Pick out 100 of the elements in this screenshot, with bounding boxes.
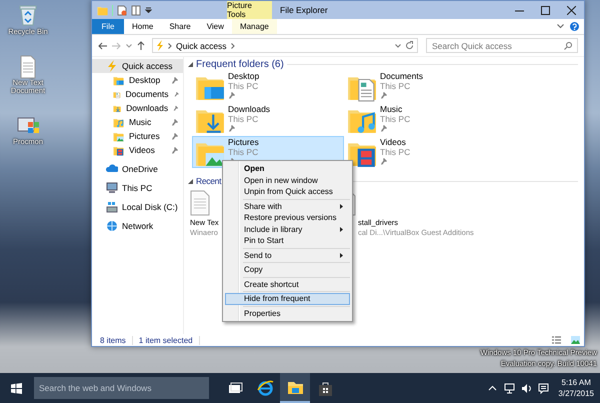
document-icon[interactable]	[117, 4, 127, 16]
pin-icon[interactable]	[171, 118, 179, 126]
caret-icon[interactable]	[188, 178, 193, 184]
windows-logo-icon	[10, 382, 22, 394]
pin-icon[interactable]	[380, 91, 388, 99]
chevron-down-icon[interactable]	[395, 44, 401, 48]
chevron-right-icon	[168, 42, 172, 48]
folder-name: Videos	[380, 138, 406, 148]
nav-item[interactable]: Downloads	[92, 101, 183, 115]
folder-icon	[113, 144, 124, 156]
ribbon-tab[interactable]: View	[198, 19, 232, 34]
search-field[interactable]: Search the web and Windows	[34, 377, 209, 399]
section-heading[interactable]: Frequent folders (6)	[196, 59, 284, 70]
globe-icon	[106, 220, 118, 232]
chevron-down-icon[interactable]	[557, 24, 564, 29]
speaker-icon[interactable]	[521, 382, 532, 394]
folder-tile[interactable]: Desktop This PC	[192, 70, 344, 102]
folder-location: This PC	[380, 148, 410, 157]
submenu-arrow-icon	[340, 204, 343, 209]
chevron-down-icon[interactable]	[126, 44, 132, 48]
maximize-icon	[540, 6, 550, 14]
caret-icon[interactable]	[145, 7, 152, 13]
address-path[interactable]: Quick access	[176, 40, 227, 50]
folder-name: Music	[380, 105, 402, 114]
nav-item[interactable]: Documents	[92, 87, 183, 101]
pin-icon[interactable]	[380, 157, 388, 165]
search-icon	[564, 42, 572, 50]
menu-item[interactable]: Include in library	[225, 224, 350, 235]
ribbon-tab[interactable]: Home	[124, 19, 162, 34]
folder-name: Desktop	[228, 72, 260, 82]
window-title: File Explorer	[280, 5, 329, 15]
nav-item[interactable]: OneDrive	[92, 162, 183, 176]
nav-item[interactable]: Local Disk (C:)	[92, 200, 183, 214]
folder-name: Documents	[380, 72, 423, 82]
folder-icon	[113, 116, 124, 128]
pin-icon[interactable]	[174, 90, 179, 98]
selection-count: 1 item selected	[138, 336, 193, 344]
folder-location: This PC	[228, 82, 258, 91]
clock-date[interactable]: 3/27/2015	[558, 388, 594, 399]
address-bar[interactable]: Quick access	[152, 38, 418, 53]
menu-item[interactable]: Open in new window	[225, 174, 350, 186]
ribbon-tab[interactable]: File	[92, 19, 124, 34]
folder-name: Pictures	[228, 138, 259, 148]
folder-location: This PC	[380, 82, 410, 91]
menu-item[interactable]: Restore previous versions	[225, 212, 350, 224]
nav-item[interactable]: Videos	[92, 143, 183, 157]
search-field[interactable]: Search Quick access	[426, 38, 578, 53]
folder-icon	[113, 74, 124, 86]
menu-item[interactable]: Send to	[225, 250, 350, 261]
large-icons-view-icon[interactable]	[571, 336, 580, 344]
refresh-icon[interactable]	[405, 41, 414, 50]
document-icon[interactable]	[190, 190, 210, 216]
submenu-arrow-icon	[340, 252, 343, 258]
shopping-bag-icon	[316, 380, 334, 396]
nav-item[interactable]: Quick access	[92, 59, 183, 73]
cloud-icon	[106, 163, 118, 175]
taskbar-app[interactable]	[280, 373, 310, 403]
pin-icon[interactable]	[380, 124, 388, 132]
item-count: 8 items	[100, 336, 126, 344]
nav-item[interactable]: This PC	[92, 181, 183, 195]
caret-icon[interactable]	[188, 62, 193, 67]
back-arrow-icon[interactable]	[98, 42, 107, 50]
folder-tile[interactable]: Documents This PC	[344, 70, 496, 102]
pin-icon[interactable]	[171, 76, 179, 84]
menu-item[interactable]: Hide from frequent	[225, 293, 350, 304]
folder-location: This PC	[380, 114, 410, 124]
folder-tile[interactable]: Downloads This PC	[192, 103, 344, 135]
nav-item[interactable]: Pictures	[92, 129, 183, 143]
pin-icon[interactable]	[171, 146, 179, 154]
section-heading[interactable]: Recent	[196, 176, 222, 186]
menu-item[interactable]: Share with	[225, 200, 350, 212]
computer-icon	[106, 182, 118, 194]
menu-item[interactable]: Pin to Start	[225, 235, 350, 246]
nav-item[interactable]: Network	[92, 219, 183, 233]
folder-location: This PC	[228, 114, 258, 124]
folder-tile[interactable]: Music This PC	[344, 103, 496, 135]
pin-icon[interactable]	[173, 104, 179, 112]
details-view-icon[interactable]	[552, 336, 561, 344]
pin-icon[interactable]	[228, 91, 236, 99]
up-arrow-icon[interactable]	[137, 41, 145, 50]
menu-item[interactable]: Unpin from Quick access	[225, 186, 350, 198]
ribbon-tab[interactable]: Manage	[232, 19, 277, 34]
submenu-arrow-icon	[340, 226, 343, 232]
help-icon[interactable]	[570, 22, 579, 31]
menu-item[interactable]: Copy	[225, 264, 350, 276]
nav-item[interactable]: Music	[92, 115, 183, 129]
menu-item[interactable]: Create shortcut	[225, 278, 350, 290]
close-icon	[566, 6, 576, 14]
clock-time[interactable]: 5:16 AM	[562, 377, 591, 388]
nav-item[interactable]: Desktop	[92, 73, 183, 87]
network-icon[interactable]	[504, 382, 516, 394]
columns-icon[interactable]	[131, 4, 141, 16]
folder-name: Downloads	[228, 105, 270, 114]
menu-item[interactable]: Properties	[225, 308, 350, 319]
folder-icon	[113, 130, 124, 142]
pin-icon[interactable]	[171, 132, 179, 140]
message-icon[interactable]	[538, 382, 550, 394]
ribbon-tab[interactable]: Share	[161, 19, 199, 34]
folder-icon	[97, 4, 108, 16]
pin-icon[interactable]	[228, 124, 236, 132]
